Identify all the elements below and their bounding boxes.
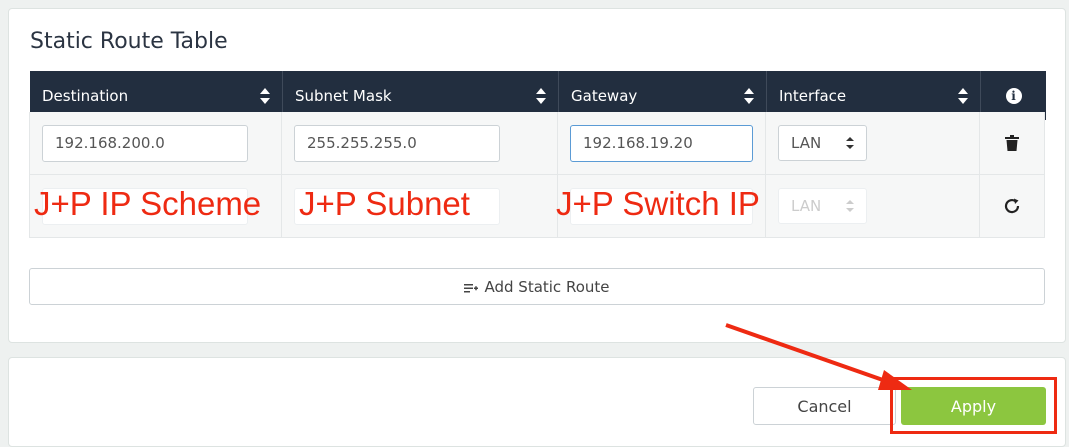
interface-cell: LAN	[766, 175, 980, 237]
sort-icon[interactable]	[958, 87, 968, 104]
action-cell	[980, 112, 1045, 174]
select-arrows-icon	[846, 200, 854, 212]
cancel-button[interactable]: Cancel	[753, 387, 896, 425]
sort-icon[interactable]	[260, 87, 270, 104]
table-row: 192.168.200.0 255.255.255.0 192.168.19.2…	[29, 112, 1045, 175]
subnet-mask-input[interactable]: 255.255.255.0	[294, 125, 500, 162]
annotation-subnet: J+P Subnet	[299, 185, 470, 222]
highlight-box	[890, 377, 1057, 434]
annotation-switch-ip: J+P Switch IP	[556, 185, 760, 222]
annotation-ip-scheme: J+P IP Scheme	[34, 185, 262, 222]
add-list-icon	[464, 283, 479, 292]
action-cell	[980, 175, 1045, 237]
interface-select[interactable]: LAN	[778, 188, 867, 224]
add-static-route-button[interactable]: Add Static Route	[29, 268, 1045, 305]
refresh-icon[interactable]	[1003, 197, 1021, 215]
trash-icon[interactable]	[1005, 135, 1019, 151]
subnet-mask-cell: 255.255.255.0	[282, 112, 558, 174]
info-icon[interactable]: i	[1005, 87, 1022, 104]
destination-cell: 192.168.200.0	[29, 112, 282, 174]
page-title: Static Route Table	[30, 29, 228, 54]
sort-icon[interactable]	[536, 87, 546, 104]
interface-cell: LAN	[766, 112, 980, 174]
gateway-input[interactable]: 192.168.19.20	[570, 125, 753, 162]
sort-icon[interactable]	[744, 87, 754, 104]
interface-select[interactable]: LAN	[778, 125, 867, 161]
gateway-cell: 192.168.19.20	[558, 112, 766, 174]
destination-input[interactable]: 192.168.200.0	[42, 125, 248, 162]
select-arrows-icon	[846, 137, 854, 149]
